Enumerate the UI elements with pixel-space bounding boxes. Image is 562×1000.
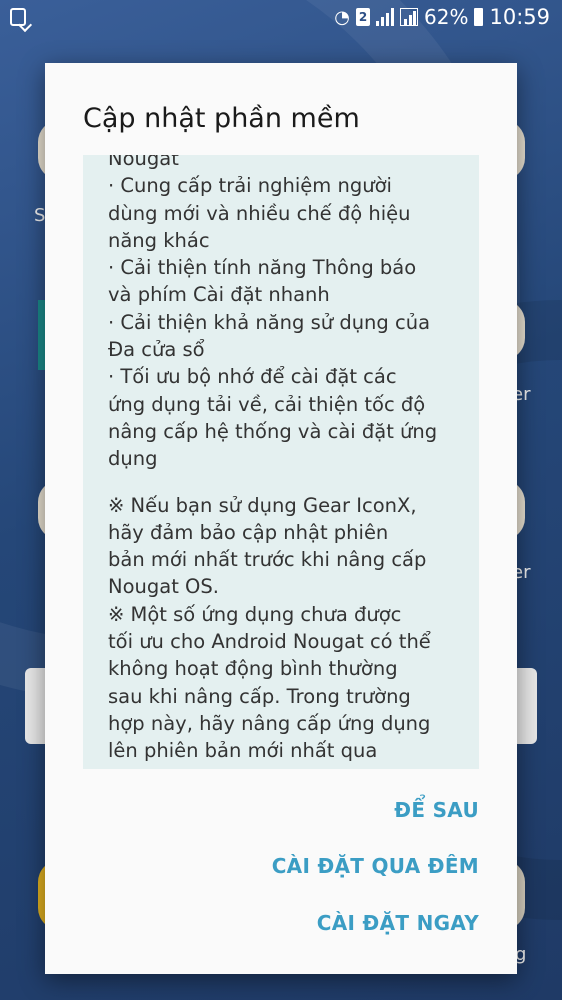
release-note-line: không hoạt động bình thường <box>108 657 398 681</box>
battery-icon <box>474 8 484 26</box>
signal-icon-sim2 <box>400 8 419 26</box>
wifi-icon: ◔ <box>334 6 351 28</box>
release-note-line: dùng mới và nhiều chế độ hiệu <box>108 201 411 225</box>
dialog-title: Cập nhật phần mềm <box>83 103 360 134</box>
release-note-line: tối ưu cho Android Nougat có thể <box>108 630 431 654</box>
release-note-line: ※ Một số ứng dụng chưa được <box>108 602 402 626</box>
release-note-line: Đa cửa sổ <box>108 338 205 362</box>
release-note-line: dụng <box>108 447 158 471</box>
release-note-line: Nougat OS. <box>108 575 219 599</box>
release-note-line: ứng dụng tải về, cải thiện tốc độ <box>108 392 426 416</box>
release-note-line: bản mới nhất trước khi nâng cấp <box>108 548 427 572</box>
later-button[interactable]: ĐỂ SAU <box>394 798 479 822</box>
release-note-line: năng khác <box>108 228 210 252</box>
release-note-line: ※ Nếu bạn sử dụng Gear IconX, <box>108 493 417 517</box>
release-note-line: · Tối ưu bộ nhớ để cài đặt các <box>108 365 397 389</box>
release-notes-text: Nougat · Cung cấp trải nghiệm người dùng m… <box>108 155 468 765</box>
release-note-line: hợp này, hãy nâng cấp ứng dụng <box>108 711 431 735</box>
app-label-fragment: S <box>34 205 46 226</box>
release-note-line: · Cải thiện tính năng Thông báo <box>108 256 417 280</box>
download-notification-icon <box>10 8 26 26</box>
release-note-line: nâng cấp hệ thống và cài đặt ứng <box>108 419 438 443</box>
release-note-line: và phím Cài đặt nhanh <box>108 283 330 307</box>
status-icons: ◔ 2 62% 10:59 <box>334 5 550 29</box>
release-note-line <box>108 473 468 492</box>
release-note-line: Nougat <box>108 155 179 170</box>
battery-percentage: 62% <box>424 5 469 29</box>
release-note-line: · Cải thiện khả năng sử dụng của <box>108 310 431 334</box>
signal-icon <box>376 8 395 26</box>
install-now-button[interactable]: CÀI ĐẶT NGAY <box>317 911 479 935</box>
clock: 10:59 <box>489 5 550 29</box>
install-overnight-button[interactable]: CÀI ĐẶT QUA ĐÊM <box>272 854 479 878</box>
release-note-line: · Cung cấp trải nghiệm người <box>108 174 392 198</box>
release-note-line: sau khi nâng cấp. Trong trường <box>108 684 411 708</box>
release-note-line: hãy đảm bảo cập nhật phiên <box>108 520 389 544</box>
release-note-line: lên phiên bản mới nhất qua <box>108 739 378 763</box>
release-notes-scroll-area[interactable]: Nougat · Cung cấp trải nghiệm người dùng m… <box>83 155 479 769</box>
status-bar: ◔ 2 62% 10:59 <box>0 0 562 36</box>
sim-slot-badge: 2 <box>356 8 371 26</box>
software-update-dialog: Cập nhật phần mềm Nougat · Cung cấp trải … <box>45 63 517 974</box>
